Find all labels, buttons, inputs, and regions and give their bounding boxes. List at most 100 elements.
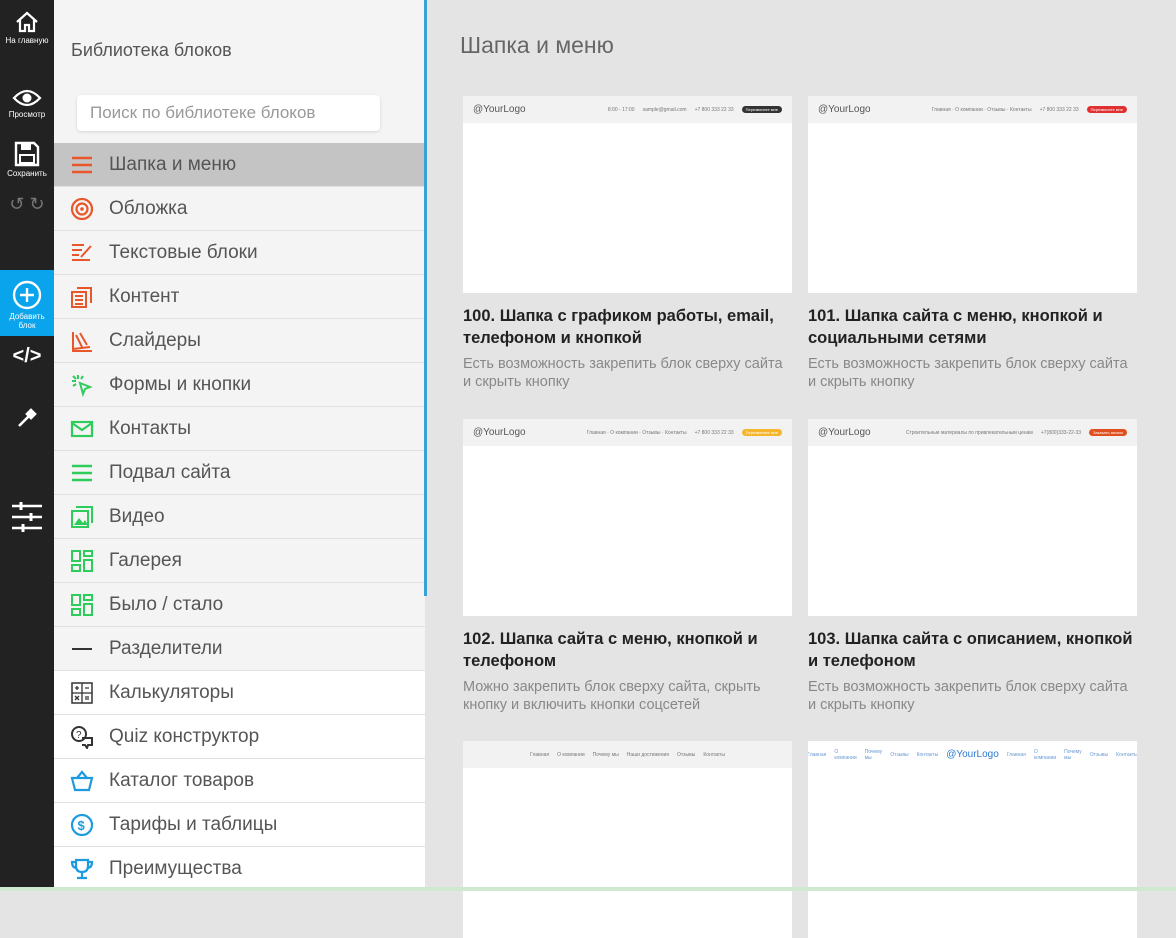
target-icon (70, 197, 94, 221)
category-label: Шапка и меню (109, 153, 237, 175)
block-thumbnail[interactable]: Главная О компании Почему мы Наши достижени… (463, 741, 792, 938)
add-block-label-2: блок (18, 321, 36, 330)
category-item[interactable]: Было / стало (54, 583, 425, 627)
thumb-text: +7 800 333 22 33 (694, 429, 734, 436)
category-item[interactable]: ? Quiz конструктор (54, 715, 425, 759)
edit-text-icon (70, 241, 94, 265)
block-title: 100. Шапка с графиком работы, email, тел… (463, 307, 774, 347)
section-title: Шапка и меню (460, 32, 614, 58)
thumb-button: Перезвоните мне (1086, 106, 1127, 113)
library-search-input[interactable] (77, 95, 380, 131)
undo-icon[interactable]: ↺ (9, 194, 24, 214)
image-icon (70, 505, 94, 529)
block-description: Можно закрепить блок сверху сайта, скрыт… (463, 679, 761, 713)
block-thumbnail[interactable]: @YourLogo Строительные материалы по привл… (808, 419, 1137, 616)
thumbnail-header: Главная О компании Почему мы Отзывы Контакты… (808, 741, 1137, 768)
thumb-button: Заказать звонок (1089, 429, 1127, 436)
block-title: 102. Шапка сайта с меню, кнопкой и телеф… (463, 630, 758, 670)
thumb-nav-item: Почему мы (592, 751, 619, 758)
thumb-text: sample@gmail.com (642, 106, 687, 113)
category-label: Видео (109, 505, 165, 527)
block-card[interactable]: @YourLogo Главная · О компании · Отзывы ·… (463, 419, 792, 714)
category-label: Текстовые блоки (109, 241, 258, 263)
home-label: На главную (5, 36, 49, 45)
block-card[interactable]: Главная О компании Почему мы Отзывы Контакты… (808, 741, 1137, 938)
click-icon (70, 373, 94, 397)
undo-redo: ↺ ↻ (0, 195, 54, 213)
block-card[interactable]: Главная О компании Почему мы Наши достижени… (463, 741, 792, 938)
category-item[interactable]: Калькуляторы (54, 671, 425, 715)
category-label: Разделители (109, 637, 223, 659)
category-label: Каталог товаров (109, 769, 255, 791)
add-block-button[interactable]: Добавить блок (0, 270, 54, 336)
thumb-nav-item: Отзывы (677, 751, 696, 758)
block-library-panel: Библиотека блоков Шапка и меню Обложка Тек… (54, 0, 425, 891)
thumb-text: Строительные материалы по привлекательны… (905, 429, 1033, 436)
add-block-label: Добавить (9, 312, 45, 321)
logo: @YourLogo (473, 104, 526, 115)
category-item[interactable]: Формы и кнопки (54, 363, 425, 407)
block-description: Есть возможность закрепить блок сверху с… (463, 356, 783, 390)
thumb-text: 8:00 - 17:00 (607, 106, 635, 113)
thumb-nav-item: Контакты (703, 751, 725, 758)
thumb-text: Главная · О компании · Отзывы · Контакты (931, 106, 1032, 113)
preview-button[interactable]: Просмотр (0, 88, 54, 119)
thumb-nav-item: О компании (834, 748, 857, 761)
redo-icon[interactable]: ↻ (30, 194, 45, 214)
category-item[interactable]: Подвал сайта (54, 451, 425, 495)
category-item[interactable]: Разделители (54, 627, 425, 671)
eyedropper-icon[interactable] (0, 406, 54, 432)
thumb-nav-item: Главная (1006, 751, 1026, 758)
category-item[interactable]: Текстовые блоки (54, 231, 425, 275)
category-label: Формы и кнопки (109, 373, 252, 395)
category-label: Галерея (109, 549, 182, 571)
block-description: Есть возможность закрепить блок сверху с… (808, 679, 1128, 713)
thumb-nav-item: О компании (1033, 748, 1057, 761)
mail-icon (70, 417, 94, 441)
category-item[interactable]: Контакты (54, 407, 425, 451)
block-gallery: Шапка и меню @YourLogo 8:00 - 17:00 sample… (427, 0, 1176, 938)
thumb-nav-item: Почему мы (1064, 748, 1082, 761)
save-button[interactable]: Сохранить (0, 141, 54, 178)
category-item[interactable]: Обложка (54, 187, 425, 231)
plus-circle-icon (12, 280, 42, 310)
category-item[interactable]: $ Тарифы и таблицы (54, 803, 425, 847)
category-item[interactable]: Каталог товаров (54, 759, 425, 803)
category-item[interactable]: Галерея (54, 539, 425, 583)
save-icon (14, 141, 40, 167)
thumb-text: +7(800)333-22-33 (1040, 429, 1082, 436)
block-thumbnail[interactable]: @YourLogo 8:00 - 17:00 sample@gmail.com +7 … (463, 96, 792, 293)
block-card[interactable]: @YourLogo Главная · О компании · Отзывы ·… (808, 96, 1137, 391)
calculator-icon (70, 681, 94, 705)
category-label: Преимущества (109, 857, 242, 879)
panel-title: Библиотека блоков (71, 40, 232, 60)
block-card[interactable]: @YourLogo Строительные материалы по привл… (808, 419, 1137, 714)
category-label: Слайдеры (109, 329, 201, 351)
category-label: Quiz конструктор (109, 725, 260, 747)
block-card[interactable]: @YourLogo 8:00 - 17:00 sample@gmail.com +7 … (463, 96, 792, 391)
preview-label: Просмотр (8, 110, 46, 119)
category-item[interactable]: Видео (54, 495, 425, 539)
thumb-text: Главная · О компании · Отзывы · Контакты (586, 429, 687, 436)
settings-sliders-icon[interactable] (0, 502, 54, 534)
block-thumbnail[interactable]: @YourLogo Главная · О компании · Отзывы ·… (808, 96, 1137, 293)
thumb-nav-item: Наши достижения (626, 751, 669, 758)
home-icon (16, 11, 38, 33)
thumb-nav-item: Почему мы (864, 748, 883, 761)
thumb-button: Перезвоните мне (741, 106, 782, 113)
category-label: Калькуляторы (109, 681, 234, 703)
block-thumbnail[interactable]: @YourLogo Главная · О компании · Отзывы ·… (463, 419, 792, 616)
trophy-icon (70, 857, 94, 881)
category-item[interactable]: Преимущества (54, 847, 425, 891)
block-thumbnail[interactable]: Главная О компании Почему мы Отзывы Контакты… (808, 741, 1137, 938)
bottom-border (0, 887, 1176, 891)
code-icon[interactable]: </> (0, 346, 54, 366)
logo: @YourLogo (818, 427, 871, 438)
category-item[interactable]: Слайдеры (54, 319, 425, 363)
home-button[interactable]: На главную (0, 10, 54, 45)
category-item[interactable]: Контент (54, 275, 425, 319)
block-description: Есть возможность закрепить блок сверху с… (808, 356, 1128, 390)
thumb-nav-item: Главная (808, 751, 827, 758)
before-after-icon (70, 593, 94, 617)
category-item[interactable]: Шапка и меню (54, 143, 425, 187)
